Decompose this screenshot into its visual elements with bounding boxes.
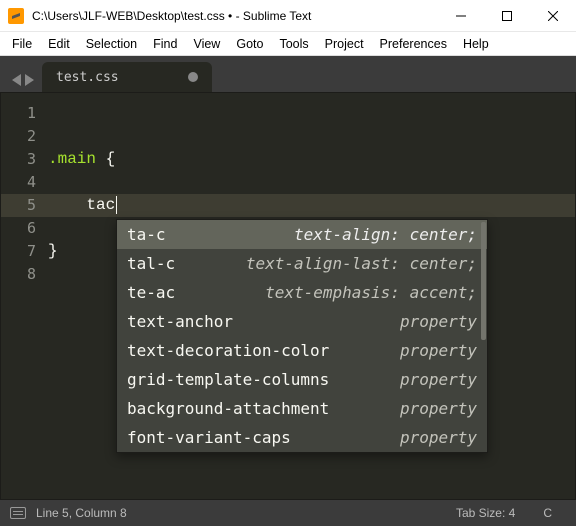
- autocomplete-hint: text-emphasis: accent;: [175, 278, 477, 307]
- autocomplete-item[interactable]: background-attachmentproperty: [117, 394, 487, 423]
- line-number: 2: [0, 125, 48, 148]
- status-position: Line 5, Column 8: [36, 506, 127, 520]
- autocomplete-trigger: background-attachment: [127, 394, 329, 423]
- autocomplete-item[interactable]: tal-ctext-align-last: center;: [117, 249, 487, 278]
- tabbar: test.css: [0, 56, 576, 92]
- statusbar: Line 5, Column 8 Tab Size: 4 C: [0, 500, 576, 526]
- autocomplete-hint: property: [329, 336, 477, 365]
- menu-tools[interactable]: Tools: [271, 35, 316, 53]
- menu-project[interactable]: Project: [317, 35, 372, 53]
- line-number: 6: [0, 217, 48, 240]
- window-title: C:\Users\JLF-WEB\Desktop\test.css • - Su…: [32, 9, 438, 23]
- menubar: FileEditSelectionFindViewGotoToolsProjec…: [0, 32, 576, 56]
- autocomplete-trigger: grid-template-columns: [127, 365, 329, 394]
- status-syntax[interactable]: C: [529, 506, 566, 520]
- autocomplete-hint: text-align-last: center;: [175, 249, 477, 278]
- maximize-button[interactable]: [484, 0, 530, 31]
- autocomplete-item[interactable]: text-decoration-colorproperty: [117, 336, 487, 365]
- autocomplete-item[interactable]: ta-ctext-align: center;: [117, 220, 487, 249]
- autocomplete-item[interactable]: grid-template-columnsproperty: [117, 365, 487, 394]
- menu-preferences[interactable]: Preferences: [372, 35, 455, 53]
- line-number: 1: [0, 102, 48, 125]
- autocomplete-trigger: text-decoration-color: [127, 336, 329, 365]
- line-number: 3: [0, 148, 48, 171]
- autocomplete-hint: text-align: center;: [166, 220, 477, 249]
- code-line[interactable]: [48, 125, 576, 148]
- panel-switcher-icon[interactable]: [10, 507, 26, 519]
- tab-label: test.css: [56, 70, 119, 85]
- tab-prev-icon[interactable]: [12, 74, 21, 86]
- autocomplete-item[interactable]: te-actext-emphasis: accent;: [117, 278, 487, 307]
- window-controls: [438, 0, 576, 31]
- tab-next-icon[interactable]: [25, 74, 34, 86]
- menu-view[interactable]: View: [185, 35, 228, 53]
- autocomplete-item[interactable]: text-anchorproperty: [117, 307, 487, 336]
- tab-dirty-indicator-icon: [188, 72, 198, 82]
- menu-help[interactable]: Help: [455, 35, 497, 53]
- menu-selection[interactable]: Selection: [78, 35, 145, 53]
- menu-file[interactable]: File: [4, 35, 40, 53]
- autocomplete-item[interactable]: font-variant-capsproperty: [117, 423, 487, 452]
- tab-test-css[interactable]: test.css: [42, 62, 212, 92]
- autocomplete-scrollbar[interactable]: [481, 222, 486, 340]
- line-number: 8: [0, 263, 48, 286]
- menu-goto[interactable]: Goto: [228, 35, 271, 53]
- autocomplete-hint: property: [233, 307, 477, 336]
- gutter: 12345678: [0, 92, 48, 500]
- line-number: 4: [0, 171, 48, 194]
- autocomplete-trigger: font-variant-caps: [127, 423, 291, 452]
- line-number: 7: [0, 240, 48, 263]
- autocomplete-hint: property: [329, 365, 477, 394]
- code-line[interactable]: [48, 171, 576, 194]
- code-line[interactable]: [48, 102, 576, 125]
- titlebar: C:\Users\JLF-WEB\Desktop\test.css • - Su…: [0, 0, 576, 32]
- autocomplete-hint: property: [291, 423, 477, 452]
- code-line[interactable]: .main {: [48, 148, 576, 171]
- sublime-app-icon: [8, 8, 24, 24]
- line-number: 5: [0, 194, 48, 217]
- menu-find[interactable]: Find: [145, 35, 185, 53]
- status-tab-size[interactable]: Tab Size: 4: [442, 506, 529, 520]
- minimize-button[interactable]: [438, 0, 484, 31]
- code-line[interactable]: tac: [48, 194, 576, 217]
- autocomplete-trigger: tal-c: [127, 249, 175, 278]
- close-button[interactable]: [530, 0, 576, 31]
- autocomplete-popup[interactable]: ta-ctext-align: center;tal-ctext-align-l…: [116, 219, 488, 453]
- autocomplete-trigger: text-anchor: [127, 307, 233, 336]
- autocomplete-trigger: ta-c: [127, 220, 166, 249]
- autocomplete-trigger: te-ac: [127, 278, 175, 307]
- autocomplete-hint: property: [329, 394, 477, 423]
- menu-edit[interactable]: Edit: [40, 35, 78, 53]
